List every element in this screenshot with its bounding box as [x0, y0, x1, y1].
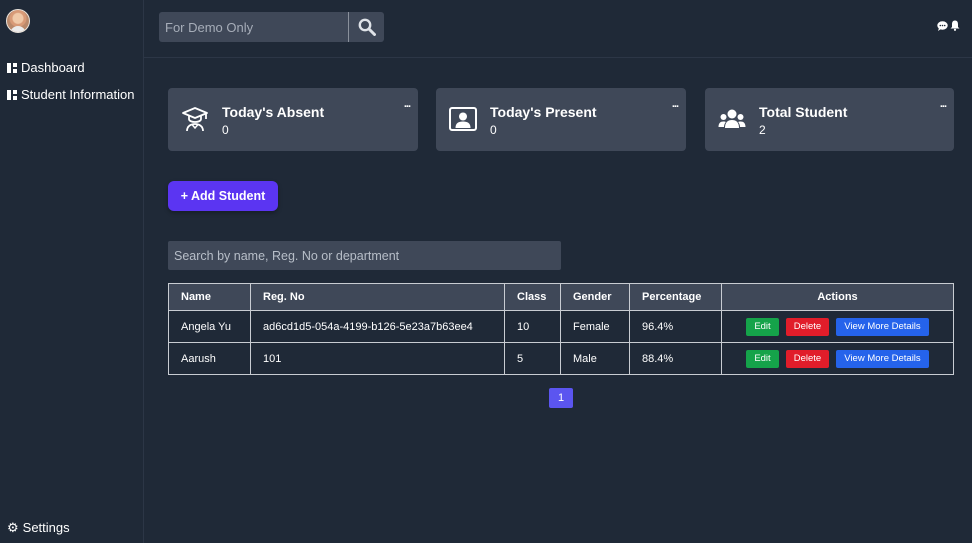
avatar[interactable]: [6, 9, 30, 33]
table-row: Aarush 101 5 Male 88.4% Edit Delete View…: [168, 342, 954, 375]
table-row: Angela Yu ad6cd1d5-054a-4199-b126-5e23a7…: [168, 310, 954, 343]
sidebar-item-dashboard[interactable]: Dashboard: [7, 60, 85, 75]
card-value: 2: [759, 123, 766, 137]
card-menu-button[interactable]: ...: [672, 98, 679, 110]
view-more-details-button[interactable]: View More Details: [836, 317, 929, 336]
chat-icon[interactable]: [937, 19, 948, 31]
sidebar: Dashboard Student Information ⚙ Settings: [0, 0, 144, 543]
add-student-button[interactable]: + Add Student: [168, 181, 278, 211]
sidebar-item-student-information[interactable]: Student Information: [7, 87, 134, 102]
sidebar-item-settings[interactable]: ⚙ Settings: [7, 520, 70, 535]
cell-gender: Male: [560, 342, 630, 375]
view-more-details-button[interactable]: View More Details: [836, 349, 929, 368]
column-header-class: Class: [504, 283, 561, 311]
sidebar-item-label: Settings: [22, 520, 70, 535]
gear-icon: ⚙: [7, 520, 19, 535]
column-header-percentage: Percentage: [629, 283, 722, 311]
cell-name: Aarush: [168, 342, 251, 375]
cell-percentage: 88.4%: [629, 342, 722, 375]
search-input[interactable]: [159, 12, 348, 42]
delete-button[interactable]: Delete: [785, 317, 830, 336]
search-button[interactable]: [348, 12, 384, 42]
column-header-reg-no: Reg. No: [250, 283, 505, 311]
topbar: [144, 0, 972, 58]
card-title: Total Student: [759, 104, 848, 120]
card-menu-button[interactable]: ...: [940, 98, 947, 110]
cell-name: Angela Yu: [168, 310, 251, 343]
cell-class: 10: [504, 310, 561, 343]
search-bar: [159, 12, 384, 42]
students-table: Name Reg. No Class Gender Percentage Act…: [168, 283, 954, 375]
cell-gender: Female: [560, 310, 630, 343]
card-value: 0: [490, 123, 497, 137]
users-icon: [718, 109, 746, 128]
table-header-row: Name Reg. No Class Gender Percentage Act…: [168, 283, 954, 311]
cell-class: 5: [504, 342, 561, 375]
cell-percentage: 96.4%: [629, 310, 722, 343]
cell-actions: Edit Delete View More Details: [721, 310, 954, 343]
dashboard-icon: [7, 62, 17, 73]
delete-button[interactable]: Delete: [785, 349, 830, 368]
cell-actions: Edit Delete View More Details: [721, 342, 954, 375]
sidebar-item-label: Student Information: [21, 87, 135, 102]
cell-reg-no: ad6cd1d5-054a-4199-b126-5e23a7b63ee4: [250, 310, 505, 343]
bell-icon[interactable]: [950, 19, 960, 31]
table-search-input[interactable]: [168, 241, 561, 270]
search-icon: [358, 18, 376, 36]
card-title: Today's Present: [490, 104, 597, 120]
card-title: Today's Absent: [222, 104, 325, 120]
id-card-icon: [449, 107, 477, 131]
card-todays-present: Today's Present 0 ...: [436, 88, 686, 151]
card-value: 0: [222, 123, 229, 137]
edit-button[interactable]: Edit: [746, 317, 779, 336]
card-todays-absent: Today's Absent 0 ...: [168, 88, 418, 151]
column-header-name: Name: [168, 283, 251, 311]
column-header-actions: Actions: [721, 283, 954, 311]
edit-button[interactable]: Edit: [746, 349, 779, 368]
top-icons: [937, 19, 960, 31]
cell-reg-no: 101: [250, 342, 505, 375]
card-total-student: Total Student 2 ...: [705, 88, 954, 151]
card-menu-button[interactable]: ...: [404, 98, 411, 110]
sidebar-item-label: Dashboard: [21, 60, 85, 75]
graduate-icon: [182, 107, 208, 132]
column-header-gender: Gender: [560, 283, 630, 311]
dashboard-icon: [7, 89, 17, 100]
pagination-page-button[interactable]: 1: [549, 388, 573, 408]
